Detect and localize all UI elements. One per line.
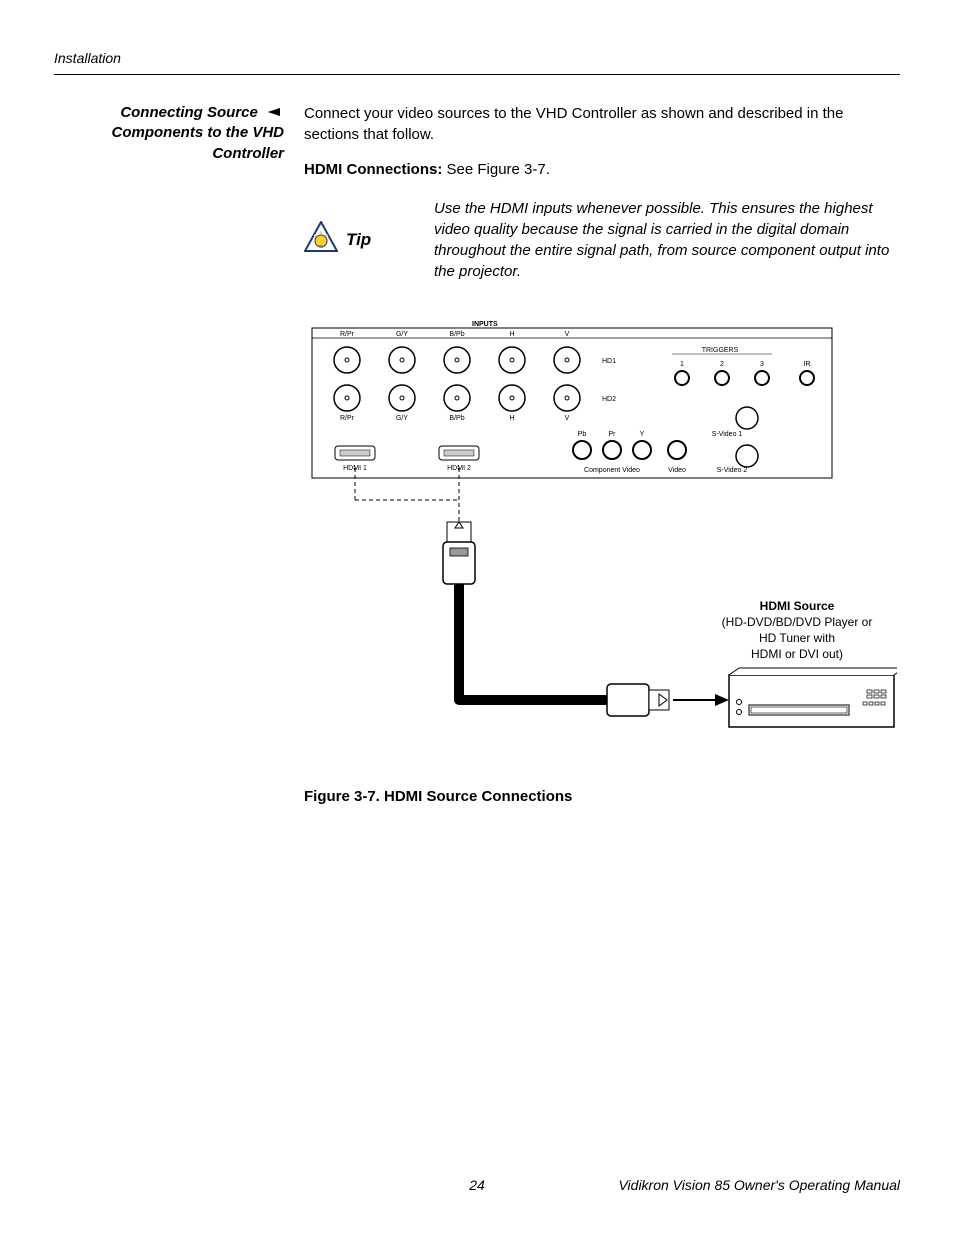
lbl-rpr-top: R/Pr (340, 331, 355, 338)
hdmi-connector-top (443, 522, 475, 584)
source-line1: (HD-DVD/BD/DVD Player or (722, 615, 873, 629)
lbl-compvid: Component Video (584, 467, 640, 474)
header-rule (54, 74, 900, 75)
page-footer: 24 Vidikron Vision 85 Owner's Operating … (54, 1177, 900, 1193)
tip-icon-wrap: Tip (304, 221, 434, 259)
lbl-y: Y (640, 431, 645, 438)
source-line3: HDMI or DVI out) (751, 647, 843, 661)
content-row: Connecting Source Components to the VHD … (54, 103, 900, 807)
lbl-t2: 2 (720, 361, 724, 368)
lbl-hd1: HD1 (602, 358, 616, 365)
lbl-t1: 1 (680, 361, 684, 368)
tip-text: Use the HDMI inputs whenever possible. T… (434, 198, 900, 282)
section-title-line2: Components to the VHD (112, 124, 285, 141)
lbl-sv2: S-Video 2 (717, 467, 748, 474)
source-device (729, 668, 897, 727)
hdmi-diagram: INPUTS R/Pr G/Y B/Pb H V HD1 (307, 310, 897, 760)
lbl-video: Video (668, 467, 686, 474)
source-line2: HD Tuner with (759, 631, 835, 645)
manual-name: Vidikron Vision 85 Owner's Operating Man… (618, 1177, 900, 1193)
lbl-gy-top: G/Y (396, 331, 408, 338)
inputs-header: INPUTS (472, 321, 498, 328)
lbl-sv1: S-Video 1 (712, 431, 743, 438)
lbl-h-top: H (509, 331, 514, 338)
tip-label: Tip (346, 228, 371, 252)
tip-icon (304, 221, 338, 259)
figure-wrap: INPUTS R/Pr G/Y B/Pb H V HD1 (304, 310, 900, 760)
main-column: Connect your video sources to the VHD Co… (292, 103, 900, 807)
lbl-bpb-bot: B/Pb (449, 415, 464, 422)
lbl-v-bot: V (565, 415, 570, 422)
lbl-pr: Pr (609, 431, 617, 438)
source-title: HDMI Source (760, 599, 835, 613)
hdmi-text: See Figure 3-7. (447, 161, 550, 178)
lbl-rpr-bot: R/Pr (340, 415, 355, 422)
hdmi-label: HDMI Connections: (304, 161, 447, 178)
section-sidebar: Connecting Source Components to the VHD … (54, 103, 292, 164)
figure-caption: Figure 3-7. HDMI Source Connections (304, 786, 900, 807)
lbl-t3: 3 (760, 361, 764, 368)
arrow-icon (268, 103, 284, 123)
lbl-ir: IR (804, 361, 811, 368)
intro-paragraph: Connect your video sources to the VHD Co… (304, 103, 900, 145)
lbl-h-bot: H (509, 415, 514, 422)
hdmi-connector-bottom (607, 684, 669, 716)
lbl-hd2: HD2 (602, 396, 616, 403)
lbl-v-top: V (565, 331, 570, 338)
lbl-pb: Pb (578, 431, 587, 438)
lbl-gy-bot: G/Y (396, 415, 408, 422)
hdmi-paragraph: HDMI Connections: See Figure 3-7. (304, 159, 900, 180)
section-title-line3: Controller (212, 145, 284, 162)
chapter-header: Installation (54, 50, 900, 66)
lbl-triggers: TRIGGERS (702, 347, 739, 354)
lbl-bpb-top: B/Pb (449, 331, 464, 338)
section-title: Connecting Source (120, 104, 258, 121)
tip-row: Tip Use the HDMI inputs whenever possibl… (304, 198, 900, 282)
